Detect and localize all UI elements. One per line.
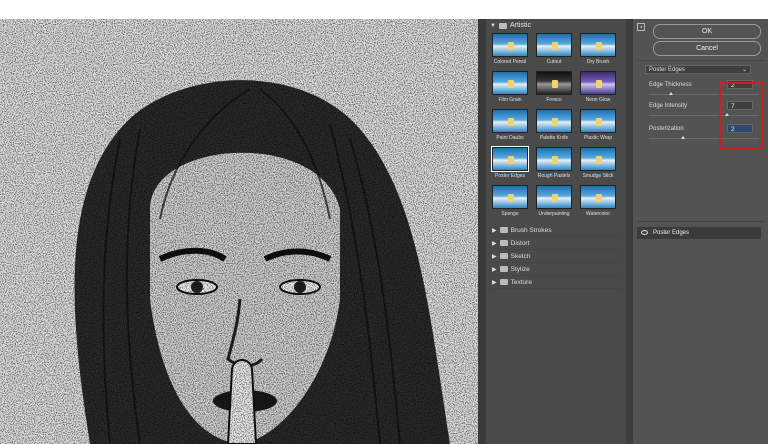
category-distort[interactable]: ▶ Distort xyxy=(492,237,620,250)
effect-layer-name: Poster Edges xyxy=(653,230,690,236)
thumbnail-image xyxy=(536,71,572,95)
category-artistic[interactable]: ▼ Artistic xyxy=(490,22,531,29)
filter-rough-pastels[interactable]: Rough Pastels xyxy=(536,147,572,179)
filter-label: Neon Glow xyxy=(585,97,611,103)
thumbnail-image xyxy=(492,109,528,133)
filter-smudge-stick[interactable]: Smudge Stick xyxy=(580,147,616,179)
filter-select[interactable]: Poster Edges ⌄ xyxy=(645,65,751,74)
folder-icon xyxy=(499,253,508,259)
folder-icon xyxy=(499,227,508,233)
preview-image xyxy=(0,19,478,444)
filter-colored-pencil[interactable]: Colored Pencil xyxy=(492,33,528,65)
edge-thickness-label: Edge Thickness xyxy=(649,82,692,88)
thumbnail-image xyxy=(492,71,528,95)
category-label: Brush Strokes xyxy=(510,226,552,234)
thumbnail-image xyxy=(536,109,572,133)
filter-watercolor[interactable]: Watercolor xyxy=(580,185,616,217)
chevron-right-icon: ▶ xyxy=(492,279,497,286)
thumbnail-image xyxy=(580,185,616,209)
posterization-label: Posterization xyxy=(649,126,684,132)
filter-label: Film Grain xyxy=(498,97,522,103)
filter-underpainting[interactable]: Underpainting xyxy=(536,185,572,217)
filter-label: Underpainting xyxy=(538,211,570,217)
divider xyxy=(637,221,765,222)
category-label: Stylize xyxy=(510,265,530,273)
filter-select-value: Poster Edges xyxy=(649,67,686,73)
filter-poster-edges[interactable]: Poster Edges xyxy=(491,146,529,179)
filter-fresco[interactable]: Fresco xyxy=(536,71,572,103)
thumbnail-image xyxy=(492,185,528,209)
chevron-right-icon: ▶ xyxy=(492,240,497,247)
slider-handle[interactable] xyxy=(669,92,673,95)
filter-paint-daubs[interactable]: Paint Daubs xyxy=(492,109,528,141)
filter-label: Plastic Wrap xyxy=(584,135,612,141)
filter-film-grain[interactable]: Film Grain xyxy=(492,71,528,103)
image-preview[interactable] xyxy=(0,19,478,444)
filter-neon-glow[interactable]: Neon Glow xyxy=(580,71,616,103)
thumbnail-image xyxy=(580,71,616,95)
filter-label: Smudge Stick xyxy=(582,173,614,179)
filter-label: Cutout xyxy=(546,59,562,65)
filter-label: Fresco xyxy=(546,97,562,103)
top-bar xyxy=(0,0,768,19)
ok-button[interactable]: OK xyxy=(653,24,761,39)
slider-handle[interactable] xyxy=(681,136,685,139)
chevron-right-icon: ▶ xyxy=(492,227,497,234)
filter-gallery: ▼ Artistic Colored Pencil Cutout Dry Bru… xyxy=(486,19,626,444)
cancel-button[interactable]: Cancel xyxy=(653,41,761,56)
folder-icon xyxy=(499,266,508,272)
filter-label: Sponge xyxy=(501,211,519,217)
panel-divider xyxy=(478,19,486,444)
thumbnail-image xyxy=(492,33,528,57)
filter-label: Rough Pastels xyxy=(537,173,571,179)
category-label: Artistic xyxy=(509,22,531,29)
thumbnail-image xyxy=(580,33,616,57)
folder-icon xyxy=(498,22,507,29)
folder-icon xyxy=(499,240,508,246)
filter-label: Palette Knife xyxy=(539,135,569,141)
chevron-right-icon: ▶ xyxy=(492,253,497,260)
thumbnail-image xyxy=(536,147,572,171)
thumbnail-image xyxy=(536,33,572,57)
category-texture[interactable]: ▶ Texture xyxy=(492,276,620,289)
category-brush-strokes[interactable]: ▶ Brush Strokes xyxy=(492,224,620,237)
divider xyxy=(637,60,765,61)
chevron-down-icon: ▼ xyxy=(490,22,496,29)
filter-label: Colored Pencil xyxy=(493,59,527,65)
collapse-gallery-icon[interactable]: ◂ xyxy=(637,23,645,31)
filter-palette-knife[interactable]: Palette Knife xyxy=(536,109,572,141)
edge-intensity-label: Edge Intensity xyxy=(649,103,688,109)
chevron-right-icon: ▶ xyxy=(492,266,497,273)
filter-label: Poster Edges xyxy=(494,173,526,179)
eye-icon[interactable] xyxy=(641,230,648,235)
thumbnail-image xyxy=(580,147,616,171)
effect-layer[interactable]: Poster Edges xyxy=(637,227,761,239)
filter-cutout[interactable]: Cutout xyxy=(536,33,572,65)
other-categories: ▶ Brush Strokes ▶ Distort ▶ Sketch ▶ Stylize… xyxy=(492,224,620,289)
settings-panel: ◂ OK Cancel Poster Edges ⌄ Edge Thicknes… xyxy=(632,19,768,444)
category-stylize[interactable]: ▶ Stylize xyxy=(492,263,620,276)
folder-icon xyxy=(499,279,508,285)
chevron-down-icon: ⌄ xyxy=(741,67,747,73)
thumbnail-image xyxy=(536,185,572,209)
filter-sponge[interactable]: Sponge xyxy=(492,185,528,217)
filter-plastic-wrap[interactable]: Plastic Wrap xyxy=(580,109,616,141)
filter-label: Paint Daubs xyxy=(496,135,524,141)
thumbnail-image xyxy=(491,146,529,172)
category-label: Sketch xyxy=(510,252,531,260)
filter-dry-brush[interactable]: Dry Brush xyxy=(580,33,616,65)
filter-label: Watercolor xyxy=(586,211,610,217)
thumbnail-image xyxy=(580,109,616,133)
filter-label: Dry Brush xyxy=(586,59,610,65)
category-sketch[interactable]: ▶ Sketch xyxy=(492,250,620,263)
category-label: Distort xyxy=(510,239,530,247)
highlight-box xyxy=(719,82,763,150)
category-label: Texture xyxy=(510,278,532,286)
